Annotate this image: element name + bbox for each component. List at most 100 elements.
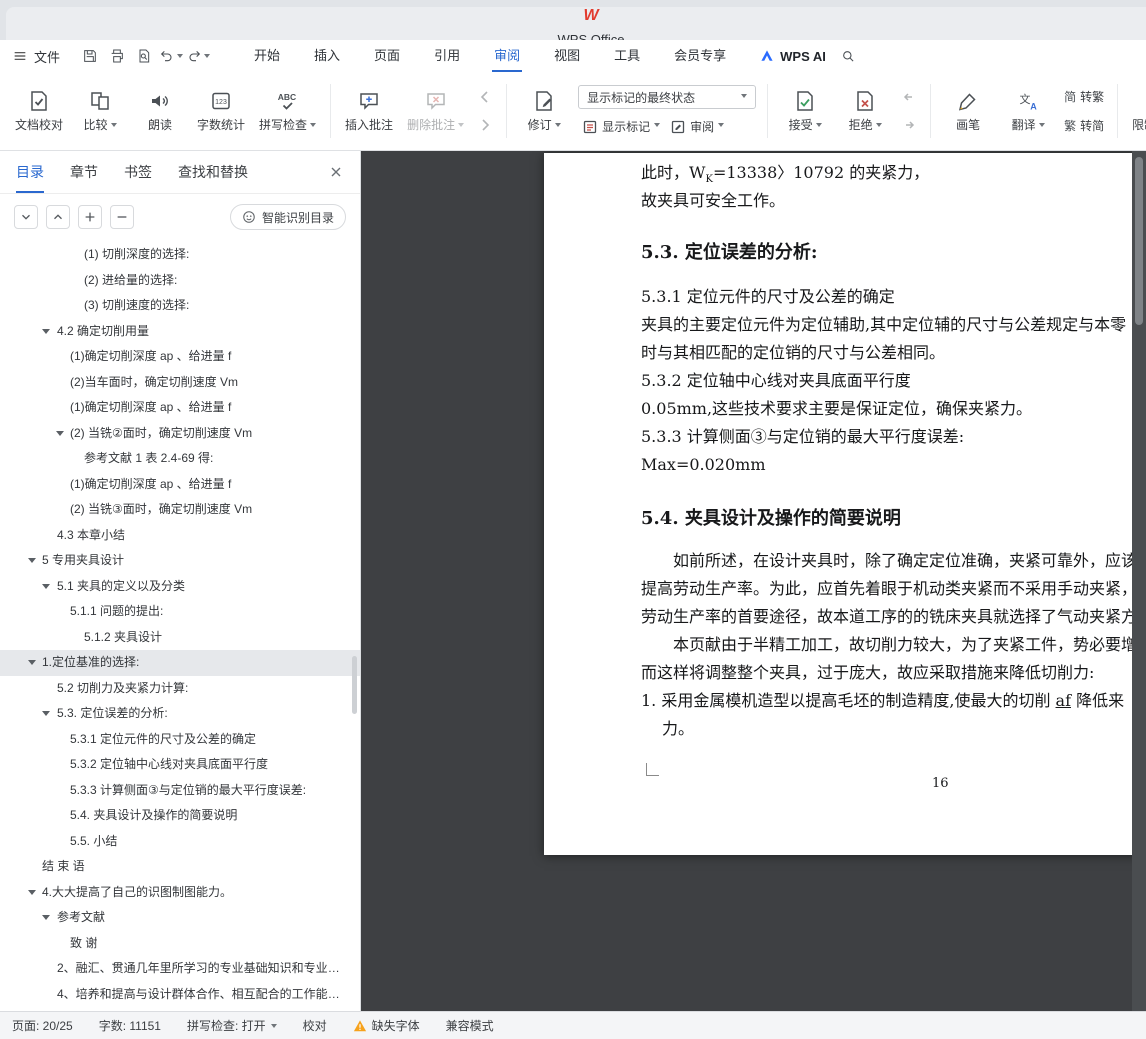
track-changes-dropdown-icon[interactable] [554,122,561,130]
status-spell-check[interactable]: 拼写检查: 打开 [187,1017,277,1034]
toc-item[interactable]: 4、培养和提高与设计群体合作、相互配合的工作能力… [0,982,360,1008]
caret-down-icon[interactable] [42,711,50,720]
sidebar-tab-chapters[interactable]: 章节 [70,151,98,193]
toc-item[interactable]: 结 束 语 [0,854,360,880]
doc-proofread-button[interactable]: 文档校对 [8,85,70,137]
spell-check-dropdown-icon[interactable] [310,122,317,130]
caret-down-icon[interactable] [28,660,36,669]
toc-item[interactable]: 致 谢 [0,931,360,957]
toc-expand-button[interactable] [14,205,38,229]
document-page-1[interactable]: 此时，WK=13338〉10792 的夹紧力， 故夹具可安全工作。 5.3. 定… [544,153,1146,855]
show-markup-dropdown-icon[interactable] [654,123,661,130]
undo-dropdown-icon[interactable] [176,54,183,61]
reject-dropdown-icon[interactable] [875,122,882,130]
compare-button[interactable]: 比较 [70,85,130,137]
insert-comment-button[interactable]: 插入批注 [338,85,400,137]
toc-item[interactable]: 5.5. 小结 [0,829,360,855]
restrict-editing-button[interactable]: 限制编辑 [1125,85,1146,137]
review-menu-button[interactable]: 审阅 [666,116,728,137]
toc-item[interactable]: (1)确定切削深度 ap 、给进量 f [0,472,360,498]
toc-collapse-button[interactable] [46,205,70,229]
caret-down-icon[interactable] [42,915,50,924]
menu-tab-home[interactable]: 开始 [237,40,297,72]
show-markup-button[interactable]: 显示标记 [578,116,664,137]
toc-item[interactable]: 2、融汇、贯通几年里所学习的专业基础知识和专业理… [0,956,360,982]
sidebar-tab-bookmarks[interactable]: 书签 [124,151,152,193]
next-change-button[interactable] [897,114,921,136]
toc-item[interactable]: 5.4. 夹具设计及操作的简要说明 [0,803,360,829]
menu-tab-page[interactable]: 页面 [357,40,417,72]
toc-item[interactable]: (3) 切削速度的选择: [0,293,360,319]
delete-comment-dropdown-icon[interactable] [458,122,465,130]
status-missing-font[interactable]: 缺失字体 [353,1017,420,1034]
redo-dropdown-icon[interactable] [203,54,210,61]
menu-tab-insert[interactable]: 插入 [297,40,357,72]
undo-button[interactable] [157,44,184,68]
toc-item[interactable]: 4.3 本章小结 [0,523,360,549]
to-traditional-button[interactable]: 简 转繁 [1060,86,1108,107]
toc-zoom-in-button[interactable] [78,205,102,229]
smart-toc-button[interactable]: 智能识别目录 [229,204,346,230]
toc-item[interactable]: (2) 当铣③面时，确定切削速度 Vm [0,497,360,523]
toc-item[interactable]: 5 专用夹具设计 [0,548,360,574]
redo-button[interactable] [184,44,211,68]
toc-item[interactable]: 5.3. 定位误差的分析: [0,701,360,727]
toc-item[interactable]: 5.3.3 计算侧面③与定位销的最大平行度误差: [0,778,360,804]
print-button[interactable] [103,44,130,68]
sidebar-close-button[interactable] [328,164,344,180]
status-page-indicator[interactable]: 页面: 20/25 [12,1017,73,1034]
sidebar-tab-find[interactable]: 查找和替换 [178,151,248,193]
status-word-count[interactable]: 字数: 11151 [99,1017,161,1034]
toc-item[interactable]: 4.大大提高了自己的识图制图能力。 [0,880,360,906]
menu-tab-reference[interactable]: 引用 [417,40,477,72]
app-menu-tab[interactable]: W WPS Office [6,7,1146,47]
file-menu-button[interactable]: 文件 [12,47,60,66]
status-proofread[interactable]: 校对 [303,1017,327,1034]
menu-tab-review[interactable]: 审阅 [477,40,537,72]
toc-item[interactable]: 5.1 夹具的定义以及分类 [0,574,360,600]
toc-item[interactable]: 5.1.2 夹具设计 [0,625,360,651]
toc-item[interactable]: (2) 进给量的选择: [0,268,360,294]
status-compat-mode[interactable]: 兼容模式 [446,1017,494,1034]
compare-dropdown-icon[interactable] [110,122,117,130]
toc-zoom-out-button[interactable] [110,205,134,229]
toc-item[interactable]: (1)确定切削深度 ap 、给进量 f [0,395,360,421]
save-button[interactable] [76,44,103,68]
toc-item[interactable]: 5.1.1 问题的提出: [0,599,360,625]
to-simplified-button[interactable]: 繁 转简 [1060,115,1108,136]
translate-dropdown-icon[interactable] [1038,122,1045,130]
track-changes-button[interactable]: 修订 [514,85,574,137]
toc-item[interactable]: 5.3.2 定位轴中心线对夹具底面平行度 [0,752,360,778]
translate-button[interactable]: 文A 翻译 [998,85,1058,137]
reject-change-button[interactable]: 拒绝 [835,85,895,137]
toc-item[interactable]: 4.2 确定切削用量 [0,319,360,345]
accept-change-button[interactable]: 接受 [775,85,835,137]
caret-down-icon[interactable] [42,328,50,338]
caret-down-icon[interactable] [28,889,36,899]
toc-item[interactable]: (2) 当铣②面时，确定切削速度 Vm [0,421,360,447]
document-scrollbar-thumb[interactable] [1135,157,1143,325]
toc-item[interactable]: (1)确定切削深度 ap 、给进量 f [0,344,360,370]
menu-tab-member[interactable]: 会员专享 [657,40,743,72]
toc-item-selected[interactable]: 1.定位基准的选择: [0,650,360,676]
delete-comment-button[interactable]: 删除批注 [400,85,471,137]
previous-comment-button[interactable] [473,86,497,108]
search-button[interactable] [840,48,856,64]
word-count-button[interactable]: 123 字数统计 [190,85,252,137]
document-scrollbar[interactable] [1132,151,1146,1011]
caret-down-icon[interactable] [42,583,50,593]
menu-tab-view[interactable]: 视图 [537,40,597,72]
menu-tab-tools[interactable]: 工具 [597,40,657,72]
markup-state-select[interactable]: 显示标记的最终状态 [578,85,757,109]
previous-change-button[interactable] [897,86,921,108]
sidebar-tab-toc[interactable]: 目录 [16,151,44,193]
caret-down-icon[interactable] [28,558,36,567]
toc-item[interactable]: (1) 切削深度的选择: [0,242,360,268]
wps-ai-button[interactable]: WPS AI [759,48,826,64]
next-comment-button[interactable] [473,114,497,136]
spell-check-button[interactable]: ABC 拼写检查 [252,85,323,137]
toc-item[interactable]: 参考文献 [0,905,360,931]
toc-item[interactable]: 5.3.1 定位元件的尺寸及公差的确定 [0,727,360,753]
accept-dropdown-icon[interactable] [815,122,822,130]
toc-item[interactable]: 5.2 切削力及夹紧力计算: [0,676,360,702]
